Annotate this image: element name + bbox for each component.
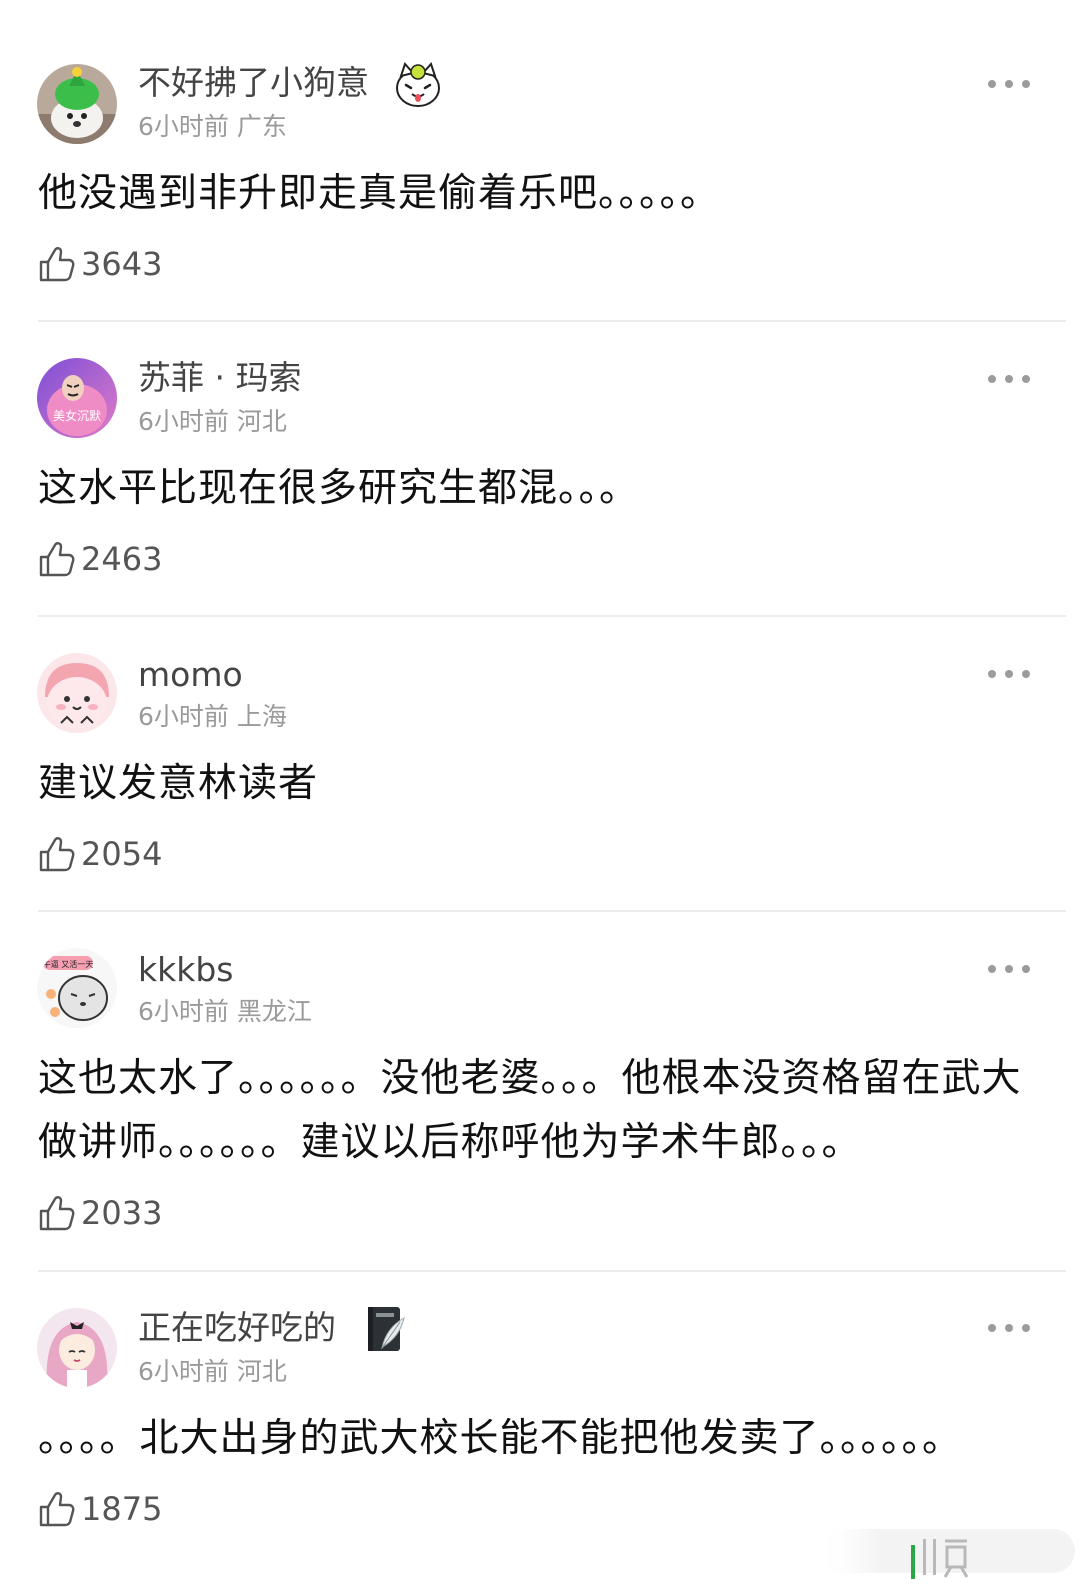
more-options-button[interactable] [988,962,1030,976]
pink-cartoon-avatar [37,653,117,733]
comment-text: 。。。。北大出身的武大校长能不能把他发卖了。。。。。。 [38,1416,963,1461]
username[interactable]: momo [138,655,243,695]
comment-meta: 6小时前 广东 [138,112,287,142]
user-avatar[interactable] [37,1308,117,1388]
comment-location: 广东 [236,112,287,141]
dot-icon [1022,670,1030,678]
dot-icon [1005,965,1013,973]
more-options-button[interactable] [988,372,1030,386]
like-count: 3643 [81,245,163,283]
comment-text: 他没遇到非升即走真是偷着乐吧。。。。。 [38,171,721,216]
watermark-logo [815,1515,1075,1583]
like-button[interactable]: 2054 [38,834,162,874]
dot-icon [988,670,996,678]
dot-icon [1022,965,1030,973]
like-button[interactable]: 2463 [38,539,162,579]
dot-icon [1022,80,1030,88]
thumbs-up-icon [39,1196,75,1231]
dot-icon [1022,1324,1030,1332]
comment-time: 6小时前 [138,1357,229,1386]
comment-time: 6小时前 [138,112,229,141]
comment-location: 上海 [236,702,287,731]
comment-text: 这也太水了。。。。。。没他老婆。。。他根本没资格留在武大做讲师。。。。。。建议以… [38,1056,1022,1165]
divider [38,615,1066,617]
like-button[interactable]: 1875 [38,1489,162,1529]
thumbs-up-icon [39,837,75,872]
comment-time: 6小时前 [138,407,229,436]
username[interactable]: 正在吃好吃的 [138,1308,336,1348]
username[interactable]: 不好拂了小狗意 [138,63,369,103]
like-button[interactable]: 3643 [38,244,162,284]
dog-with-green-hat-avatar [37,64,117,144]
dot-icon [1005,80,1013,88]
like-count: 2054 [81,835,163,873]
notebook-feather-badge-icon [360,1304,410,1354]
dot-icon [1005,670,1013,678]
dot-icon [988,375,996,383]
comment-time: 6小时前 [138,997,229,1026]
more-options-button[interactable] [988,667,1030,681]
comment-meta: 6小时前 上海 [138,702,287,732]
pink-meme-avatar: 美女沉默 [37,358,117,438]
like-count: 2463 [81,540,163,578]
thumbs-up-icon [39,247,75,282]
divider [38,320,1066,322]
divider [38,1270,1066,1272]
user-avatar[interactable] [37,653,117,733]
user-avatar[interactable] [37,64,117,144]
username[interactable]: 苏菲 · 玛索 [138,358,301,398]
cartoon-cat-badge-icon [393,60,443,110]
like-button[interactable]: 2033 [38,1193,162,1233]
dot-icon [988,80,996,88]
thumbs-up-icon [39,1492,75,1527]
anime-girl-avatar [37,1308,117,1388]
avatar-caption: 牛逼 又活一天 [43,959,94,969]
dot-icon [988,965,996,973]
avatar-caption: 美女沉默 [53,408,101,423]
comment-meta: 6小时前 河北 [138,1357,287,1387]
comment-location: 河北 [236,407,287,436]
comment-text: 这水平比现在很多研究生都混。。。 [38,466,640,511]
comment-location: 黑龙江 [236,997,312,1026]
comment-list: 不好拂了小狗意 6小时前 广东 他没遇到非升即走真是偷着乐吧。。。。。 3643… [0,0,1080,1588]
more-options-button[interactable] [988,77,1030,91]
more-options-button[interactable] [988,1321,1030,1335]
like-count: 2033 [81,1194,163,1232]
grey-cat-sticker-avatar: 牛逼 又活一天 [37,948,117,1028]
comment-text: 建议发意林读者 [38,761,319,806]
user-avatar[interactable]: 美女沉默 [37,358,117,438]
dot-icon [988,1324,996,1332]
comment-location: 河北 [236,1357,287,1386]
comment-meta: 6小时前 黑龙江 [138,997,312,1027]
divider [38,910,1066,912]
comment-meta: 6小时前 河北 [138,407,287,437]
comment-time: 6小时前 [138,702,229,731]
thumbs-up-icon [39,542,75,577]
dot-icon [1005,1324,1013,1332]
dot-icon [1005,375,1013,383]
like-count: 1875 [81,1490,163,1528]
dot-icon [1022,375,1030,383]
user-avatar[interactable]: 牛逼 又活一天 [37,948,117,1028]
username[interactable]: kkkbs [138,950,233,990]
